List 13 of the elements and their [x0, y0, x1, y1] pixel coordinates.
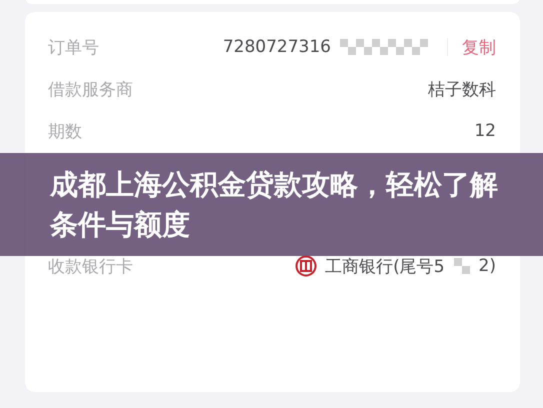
field-value: 12 [474, 121, 496, 141]
field-label: 收款银行卡 [48, 256, 134, 278]
field-value: 2) [478, 256, 496, 276]
redaction-mosaic [452, 258, 471, 274]
field-value: 工商银行(尾号5 [325, 256, 445, 278]
field-label: 期数 [48, 120, 83, 142]
bank-logo-icon [295, 255, 318, 277]
order-number: 7280727316 [222, 37, 331, 57]
field-value: 桔子数科 [428, 78, 496, 100]
field-label: 订单号 [48, 36, 100, 58]
copy-link[interactable]: 复制 [462, 36, 496, 58]
article-title: 成都上海公积金贷款攻略，轻松了解条件与额度 [50, 166, 499, 242]
field-label: 借款服务商 [48, 78, 134, 100]
